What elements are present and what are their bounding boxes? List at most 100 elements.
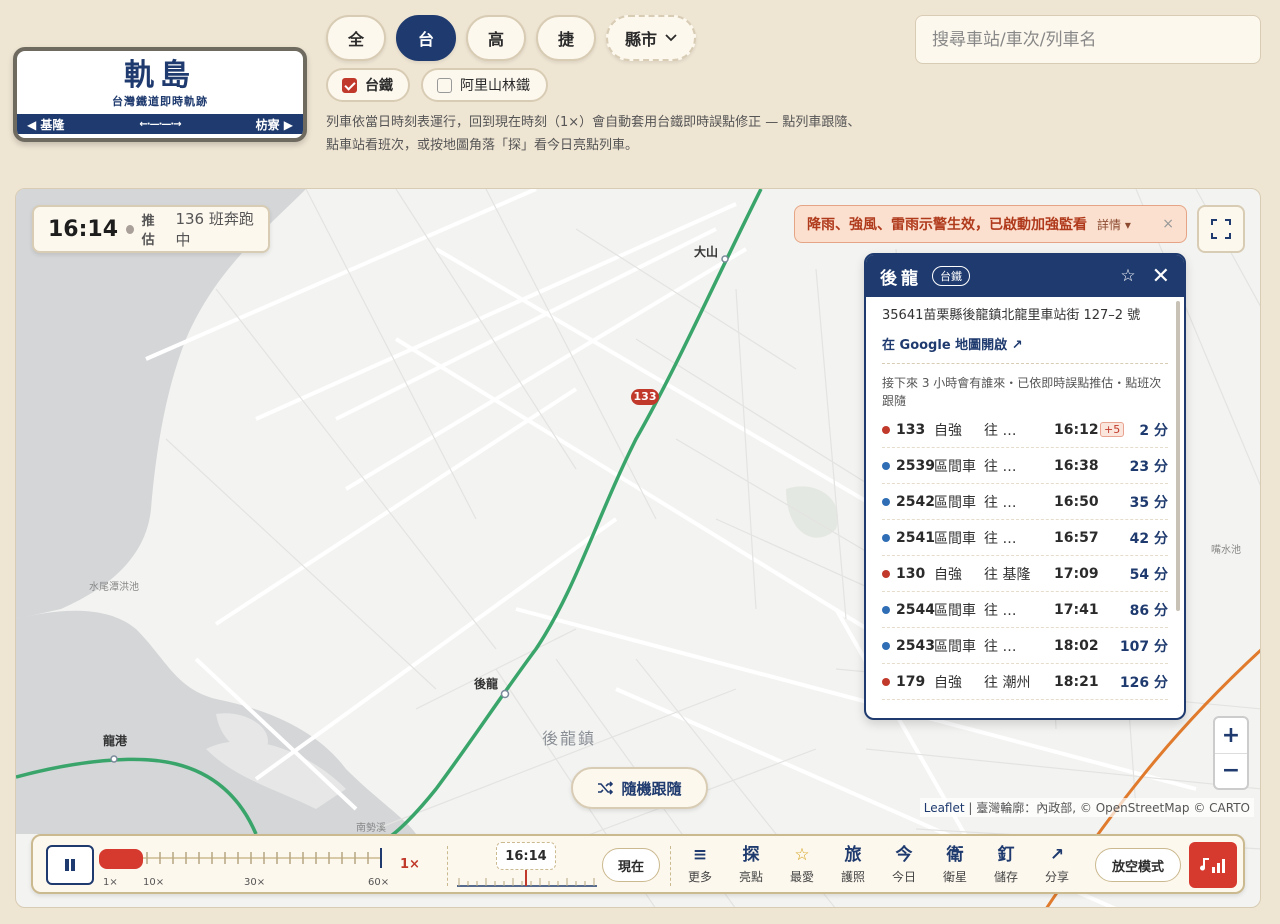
zoom-control: + −: [1213, 716, 1249, 790]
speed-tick-label: 30×: [244, 877, 265, 888]
tool-衛星[interactable]: 衛衛星: [933, 844, 977, 885]
tool-最愛[interactable]: ☆ 最愛: [780, 844, 824, 885]
minutes-until: 2 分: [1139, 422, 1168, 439]
station-tag: 台鐵: [932, 266, 970, 286]
description-line: 列車依當日時刻表運行，回到現在時刻（1×）會自動套用台鐵即時誤點修正 — 點列車…: [326, 115, 861, 130]
train-marker-133[interactable]: 133: [631, 389, 659, 405]
minutes-until: 35 分: [1129, 494, 1168, 511]
minutes-until: 126 分: [1119, 674, 1168, 691]
tool-icon: 探: [742, 845, 760, 865]
map-view[interactable]: 大山 後龍 龍港 後龍鎮 水尾潭洪池 嘴水池 南勢溪 133 16:14 推估 …: [15, 188, 1261, 908]
tool-護照[interactable]: 旅護照: [831, 844, 875, 885]
train-type: 區間車: [934, 458, 976, 475]
arrival-time: 16:38: [1054, 457, 1099, 474]
logo-right: 枋寮 ▶: [255, 117, 293, 132]
tool-更多[interactable]: ≡ 更多: [678, 844, 722, 885]
arrival-row[interactable]: 130 自強 往 基隆 17:09 54 分: [882, 556, 1168, 592]
search-input[interactable]: [915, 15, 1261, 64]
arrival-row[interactable]: 2542 區間車 往 … 16:50 35 分: [882, 484, 1168, 520]
tool-icon: 今: [895, 845, 913, 865]
map-label-houlong-station: 後龍: [474, 677, 499, 691]
station-name: 後龍: [880, 268, 922, 289]
arrival-row[interactable]: 2541 區間車 往 … 16:57 42 分: [882, 520, 1168, 556]
tool-icon: ☆: [794, 845, 810, 865]
favorite-star-icon[interactable]: ☆: [1120, 266, 1135, 286]
train-destination: 往 …: [984, 638, 1017, 655]
tool-儲存[interactable]: 釘儲存: [984, 844, 1028, 885]
random-follow-button[interactable]: 隨機跟隨: [571, 767, 708, 809]
tool-icon: 釘: [997, 845, 1015, 865]
zoom-in-button[interactable]: +: [1215, 718, 1247, 753]
filter-label: 阿里山林鐵: [460, 78, 530, 94]
popup-header: 後龍 台鐵 ☆ ✕: [866, 255, 1184, 297]
leaflet-link[interactable]: Leaflet: [924, 801, 965, 815]
now-button[interactable]: 現在: [602, 848, 660, 882]
train-type: 自強: [934, 674, 962, 691]
tool-label: 更多: [687, 870, 712, 884]
tool-分享[interactable]: ↗ 分享: [1035, 844, 1079, 885]
train-destination: 往 潮州: [984, 674, 1031, 691]
speed-slider[interactable]: 1× 10× 30× 60×: [99, 842, 389, 888]
shuffle-icon: [598, 781, 614, 795]
category-hsr-button[interactable]: 高: [466, 15, 526, 61]
train-type: 自強: [934, 566, 962, 583]
speed-handle[interactable]: [99, 849, 143, 869]
google-maps-link[interactable]: 在 Google 地圖開啟 ↗: [866, 325, 1184, 353]
train-type-dot: [882, 605, 890, 614]
arrival-row[interactable]: 2539 區間車 往 … 16:38 23 分: [882, 448, 1168, 484]
train-number: 2541: [896, 529, 935, 546]
fullscreen-button[interactable]: [1197, 205, 1245, 253]
arrival-row[interactable]: 2544 區間車 往 … 17:41 86 分: [882, 592, 1168, 628]
arrival-time: 17:09: [1054, 565, 1099, 582]
checkbox-unchecked-icon: [437, 77, 452, 93]
logo-title: 軌島: [124, 58, 196, 93]
weather-alert: 降雨、強風、雷雨示警生效，已啟動加強監看 詳情 ▾ ×: [794, 205, 1187, 243]
train-type-dot: [882, 461, 890, 470]
tool-亮點[interactable]: 探亮點: [729, 844, 773, 885]
category-all-button[interactable]: 全: [326, 15, 386, 61]
zen-mode-button[interactable]: 放空模式: [1095, 848, 1181, 882]
tool-label: 最愛: [789, 870, 814, 884]
filter-alishan-checkbox[interactable]: 阿里山林鐵: [421, 68, 548, 102]
category-tra-button[interactable]: 台: [396, 15, 456, 61]
arrival-row[interactable]: 179 自強 往 潮州 18:21 126 分: [882, 664, 1168, 700]
alert-close-button[interactable]: ×: [1162, 216, 1174, 232]
tool-今日[interactable]: 今今日: [882, 844, 926, 885]
tool-label: 今日: [891, 870, 916, 884]
filter-tra-checkbox[interactable]: 台鐵: [326, 68, 410, 102]
county-label: 縣市: [624, 30, 657, 49]
logo-left: ◀ 基隆: [27, 117, 65, 132]
county-dropdown[interactable]: 縣市: [606, 15, 696, 61]
arrival-time: 18:02: [1054, 637, 1099, 654]
speed-tick-label: 1×: [103, 877, 118, 888]
train-type: 區間車: [934, 494, 976, 511]
train-destination: 往 …: [984, 530, 1017, 547]
random-follow-label: 隨機跟隨: [621, 779, 682, 798]
arrival-row[interactable]: 2543 區間車 往 … 18:02 107 分: [882, 628, 1168, 664]
alert-details-label: 詳情: [1097, 217, 1122, 232]
map-label-reservoir: 水尾潭洪池: [89, 582, 139, 593]
train-type-dot: [882, 569, 890, 578]
train-type-dot: [882, 425, 890, 434]
category-mrt-button[interactable]: 捷: [536, 15, 596, 61]
tool-icon: 旅: [844, 845, 862, 865]
arrival-time: 16:57: [1054, 529, 1099, 546]
music-button[interactable]: [1189, 842, 1237, 888]
train-number: 179: [896, 673, 926, 690]
arrival-time: 18:21: [1054, 673, 1099, 690]
time-scrubber[interactable]: [457, 870, 597, 890]
tool-icon: ≡: [692, 845, 708, 865]
map-label-pool: 嘴水池: [1211, 545, 1241, 556]
alert-details-button[interactable]: 詳情 ▾: [1097, 216, 1131, 233]
pause-icon: [65, 859, 75, 871]
pause-button[interactable]: [46, 845, 94, 885]
divider: [447, 846, 448, 886]
minutes-until: 42 分: [1129, 530, 1168, 547]
arrival-row[interactable]: 133 自強 往 … 16:12 +5 2 分: [882, 412, 1168, 448]
popup-close-icon[interactable]: ✕: [1152, 264, 1170, 289]
popup-scrollbar[interactable]: [1176, 301, 1180, 611]
train-type-dot: [882, 677, 890, 686]
arrival-time: 16:12: [1054, 421, 1099, 438]
delay-badge: +5: [1100, 422, 1125, 437]
zoom-out-button[interactable]: −: [1215, 752, 1247, 789]
